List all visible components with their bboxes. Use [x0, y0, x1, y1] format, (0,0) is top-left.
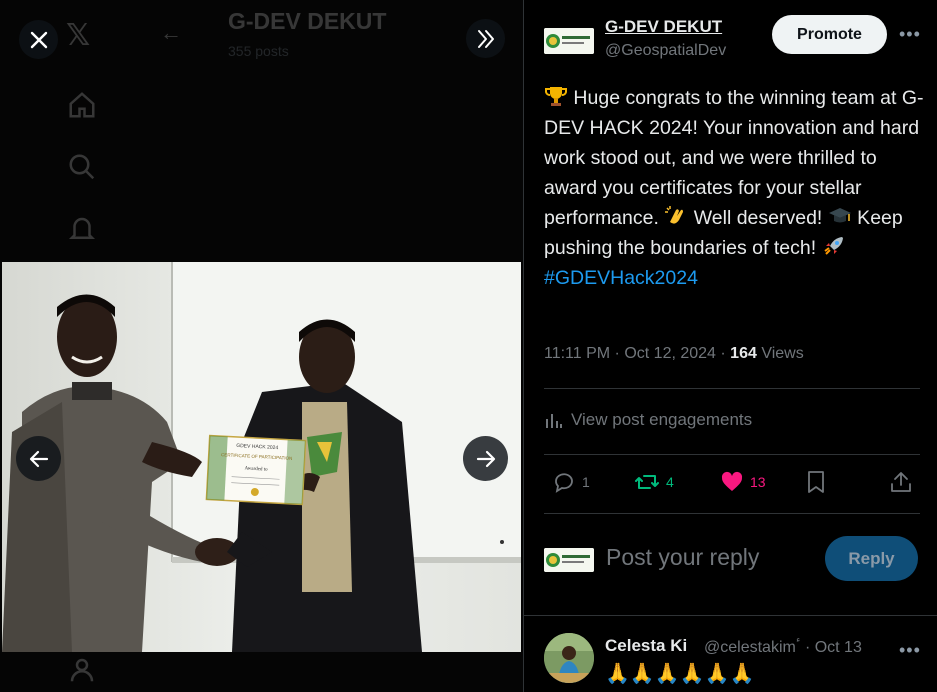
double-chevron-right-icon — [477, 29, 494, 48]
graduation-cap-emoji-icon — [828, 208, 851, 223]
bell-icon — [68, 217, 96, 239]
x-logo-icon: 𝕏 — [66, 19, 91, 52]
reply-avatar-image — [544, 633, 594, 683]
trophy-emoji-icon — [545, 87, 567, 106]
views-label: Views — [756, 345, 804, 362]
close-icon — [30, 31, 47, 48]
post-timestamp[interactable]: 11:11 PM · Oct 12, 2024 · — [544, 345, 730, 362]
arrow-right-icon — [476, 450, 495, 467]
post-photo: GDEV HACK 2024 CERTIFICATE OF PARTICIPAT… — [2, 262, 521, 652]
repost-count: 4 — [666, 474, 674, 490]
bookmark-action[interactable] — [805, 470, 827, 494]
background-profile-title: G-DEV DEKUT — [228, 8, 387, 34]
media-viewer: 𝕏 ← G-DEV DEKUT 355 posts GDEV HACK 2024… — [0, 0, 523, 692]
rocket-emoji-icon — [823, 237, 843, 255]
reply-author-name[interactable]: Celesta Ki — [605, 636, 687, 656]
expand-panel-button[interactable] — [466, 19, 505, 58]
post-panel: G-DEV DEKUT @GeospatialDev Promote ••• H… — [523, 0, 937, 692]
reply-action[interactable]: 1 — [552, 470, 590, 494]
reply-text: 🙏🙏🙏🙏🙏🙏 — [605, 663, 755, 685]
heart-filled-icon — [721, 471, 743, 491]
analytics-icon — [546, 414, 562, 428]
back-arrow-icon: ← — [160, 20, 182, 45]
clapping-hands-emoji-icon — [665, 206, 684, 224]
reply-more-options-icon[interactable]: ••• — [899, 640, 921, 661]
post-hashtag-link[interactable]: #GDEVHack2024 — [544, 267, 698, 289]
divider — [524, 615, 937, 616]
view-engagements-link[interactable]: View post engagements — [544, 410, 752, 430]
post-meta: 11:11 PM · Oct 12, 2024 · 164 Views — [544, 345, 804, 363]
like-action[interactable]: 13 — [720, 470, 766, 494]
promote-button[interactable]: Promote — [772, 15, 887, 54]
previous-image-button[interactable] — [16, 436, 61, 481]
repost-action[interactable]: 4 — [634, 470, 674, 494]
repost-icon — [635, 475, 659, 489]
author-avatar[interactable] — [544, 28, 594, 54]
post-text-part2: Well deserved! — [688, 207, 828, 229]
reply-submit-button[interactable]: Reply — [825, 536, 918, 581]
composer-avatar — [544, 548, 594, 572]
background-post-count: 355 posts — [228, 43, 289, 59]
engagements-label: View post engagements — [571, 410, 753, 429]
reply-count: 1 — [582, 474, 590, 490]
profile-icon — [70, 658, 94, 682]
post-text: Huge congrats to the winning team at G-D… — [544, 83, 929, 293]
views-count: 164 — [730, 345, 757, 362]
reply-input[interactable]: Post your reply — [606, 544, 759, 571]
share-upload-icon — [891, 472, 911, 492]
reply-author-handle[interactable]: @celestakimٴ · Oct 13 — [704, 637, 862, 657]
home-icon — [69, 92, 95, 118]
author-handle[interactable]: @GeospatialDev — [605, 42, 726, 60]
photo-illustration: GDEV HACK 2024 CERTIFICATE OF PARTICIPAT… — [2, 262, 521, 652]
author-name[interactable]: G-DEV DEKUT — [605, 17, 722, 37]
reply-bubble-icon — [555, 473, 573, 493]
divider — [544, 388, 920, 389]
share-action[interactable] — [889, 470, 913, 494]
like-count: 13 — [750, 474, 766, 490]
search-icon — [69, 154, 95, 180]
divider — [544, 454, 920, 455]
reply-avatar[interactable] — [544, 633, 594, 683]
geospatial-logo-icon — [544, 548, 594, 572]
more-options-icon[interactable]: ••• — [899, 24, 921, 45]
bookmark-icon — [808, 471, 824, 493]
arrow-left-icon — [29, 450, 48, 467]
geospatial-logo-icon — [544, 28, 594, 54]
divider — [544, 513, 920, 514]
close-button[interactable] — [19, 20, 58, 59]
next-image-button[interactable] — [463, 436, 508, 481]
